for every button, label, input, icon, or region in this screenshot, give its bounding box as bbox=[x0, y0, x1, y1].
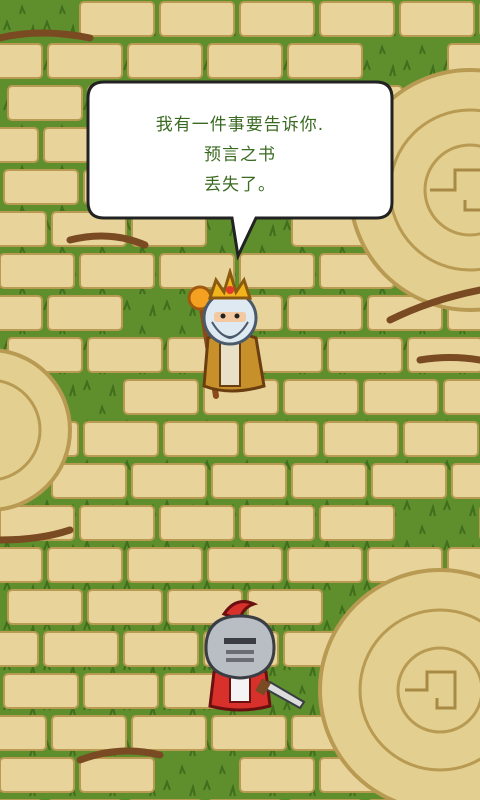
brick bbox=[319, 505, 395, 541]
brick bbox=[47, 547, 123, 583]
brick bbox=[79, 1, 155, 37]
brick bbox=[403, 421, 479, 457]
brick bbox=[87, 337, 163, 373]
brick bbox=[399, 1, 475, 37]
brick bbox=[319, 1, 395, 37]
brick bbox=[0, 757, 75, 793]
brick bbox=[207, 43, 283, 79]
brick bbox=[7, 589, 83, 625]
brick bbox=[83, 421, 159, 457]
brick bbox=[51, 463, 127, 499]
brick bbox=[127, 547, 203, 583]
brick bbox=[0, 715, 47, 751]
brick bbox=[79, 757, 155, 793]
brick bbox=[83, 673, 159, 709]
brick bbox=[47, 43, 123, 79]
brick bbox=[123, 631, 199, 667]
brick bbox=[0, 547, 43, 583]
brick bbox=[163, 421, 239, 457]
brick bbox=[3, 673, 79, 709]
brick bbox=[291, 463, 367, 499]
brick bbox=[287, 547, 363, 583]
brick bbox=[127, 43, 203, 79]
brick bbox=[0, 127, 39, 163]
brick bbox=[79, 505, 155, 541]
player-knight[interactable] bbox=[196, 598, 312, 716]
brick bbox=[283, 379, 359, 415]
brick bbox=[131, 715, 207, 751]
brick bbox=[131, 463, 207, 499]
brick bbox=[371, 463, 447, 499]
brick bbox=[0, 631, 39, 667]
brick bbox=[239, 1, 315, 37]
brick bbox=[239, 757, 315, 793]
dialog-text: 我有一件事要告诉你. 预言之书 丢失了。 bbox=[86, 110, 394, 200]
brick bbox=[443, 379, 480, 415]
brick bbox=[0, 211, 47, 247]
brick bbox=[327, 337, 403, 373]
dialog-line-1: 我有一件事要告诉你. bbox=[155, 115, 325, 135]
brick bbox=[207, 547, 283, 583]
brick bbox=[159, 505, 235, 541]
brick bbox=[0, 295, 43, 331]
dialog-line-3: 丢失了。 bbox=[204, 175, 276, 195]
king-npc[interactable] bbox=[178, 268, 282, 400]
game-scene[interactable]: 我有一件事要告诉你. 预言之书 丢失了。 bbox=[0, 0, 480, 800]
brick bbox=[7, 85, 83, 121]
brick bbox=[159, 1, 235, 37]
brick bbox=[451, 463, 480, 499]
brick bbox=[239, 505, 315, 541]
brick bbox=[0, 253, 75, 289]
brick bbox=[51, 715, 127, 751]
brick bbox=[0, 43, 43, 79]
brick bbox=[363, 379, 439, 415]
dialog-line-2: 预言之书 bbox=[204, 145, 276, 165]
brick bbox=[211, 715, 287, 751]
brick bbox=[287, 43, 363, 79]
brick bbox=[87, 589, 163, 625]
brick bbox=[243, 421, 319, 457]
brick bbox=[47, 295, 123, 331]
brick bbox=[323, 421, 399, 457]
brick bbox=[3, 169, 79, 205]
brick bbox=[287, 295, 363, 331]
brick bbox=[43, 631, 119, 667]
brick bbox=[211, 463, 287, 499]
